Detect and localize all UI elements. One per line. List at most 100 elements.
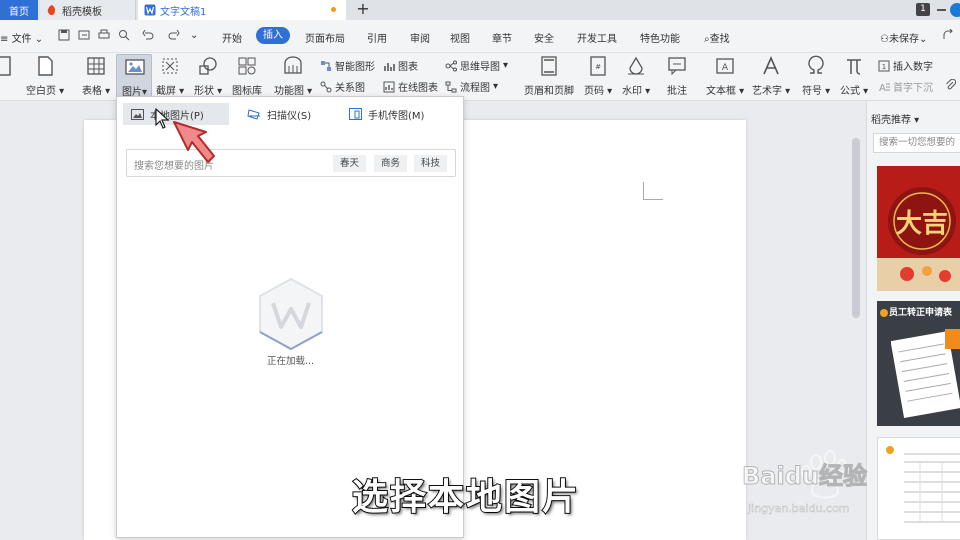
ribbon-header-footer-button[interactable]: 页眉和页脚 — [524, 55, 574, 97]
svg-text:A: A — [879, 83, 886, 93]
scanner-option[interactable]: 扫描仪(S) — [239, 103, 339, 125]
menu-review[interactable]: 审阅 — [410, 30, 430, 45]
print-icon[interactable] — [98, 29, 110, 41]
scanner-label: 扫描仪(S) — [267, 110, 312, 122]
menu-references[interactable]: 引用 — [367, 30, 387, 45]
chevron-down-icon: ▾ — [503, 60, 509, 71]
unsaved-status[interactable]: ⚇未保存⌄ — [880, 30, 927, 45]
ribbon-formula-button[interactable]: 公式 ▾ — [840, 55, 868, 97]
flowchart-label: 流程图 — [460, 83, 490, 94]
wps-writer-icon — [144, 4, 156, 16]
page-margin-mark — [643, 182, 663, 200]
ribbon-screenshot-button[interactable]: 截屏 ▾ — [156, 55, 184, 97]
tab-document[interactable]: 文字文稿1 — [138, 0, 346, 20]
menu-security[interactable]: 安全 — [534, 30, 554, 45]
ribbon-wordart-button[interactable]: 艺术字 ▾ — [752, 55, 790, 97]
minimize-icon[interactable] — [937, 9, 946, 11]
tab-home[interactable]: 首页 — [0, 0, 38, 20]
ribbon-picture-button[interactable]: 图片▾ — [116, 54, 152, 98]
watermark-url: jingyan.baidu.com — [748, 502, 850, 515]
menu-insert[interactable]: 插入 — [256, 27, 290, 44]
mindmap-icon — [445, 60, 457, 71]
wps-loading-logo-icon — [259, 277, 323, 351]
tab-daoke-templates[interactable]: 稻壳模板 — [40, 0, 136, 20]
tag-business[interactable]: 商务 — [374, 155, 408, 172]
tab-document-label: 文字文稿1 — [160, 6, 207, 18]
menu-file[interactable]: ≡ 文件 ⌄ — [0, 30, 43, 45]
blank-page-label: 空白页 ▾ — [26, 86, 65, 97]
menu-view[interactable]: 视图 — [450, 30, 470, 45]
baidu-jingyan-watermark: Baidu经验 jingyan.baidu.com — [742, 440, 884, 520]
menu-page-layout[interactable]: 页面布局 — [305, 30, 345, 45]
unsaved-label: 未保存 — [888, 34, 919, 45]
formula-label: 公式 ▾ — [840, 86, 869, 97]
scanner-icon — [247, 108, 260, 120]
menu-search[interactable]: ⌕查找 — [704, 30, 730, 45]
ribbon-shape-button[interactable]: 形状 ▾ — [194, 55, 222, 97]
chevron-down-icon: ⌄ — [918, 34, 928, 45]
panel-search-input[interactable]: 搜索一切您想要的 — [873, 133, 960, 153]
phone-transfer-option[interactable]: 手机传图(M) — [341, 103, 451, 125]
save-icon[interactable] — [58, 29, 70, 41]
ribbon-symbol-button[interactable]: 符号 ▾ — [802, 55, 830, 97]
undo-icon[interactable] — [142, 29, 154, 41]
shape-label: 形状 ▾ — [194, 86, 223, 97]
wordart-icon — [763, 56, 779, 75]
ribbon-cover-button[interactable] — [0, 55, 14, 77]
local-picture-icon — [131, 108, 144, 120]
qa-more-icon[interactable]: ⌄ — [190, 30, 198, 41]
menu-file-label: 文件 — [11, 34, 32, 45]
panel-title[interactable]: 稻壳推荐 ▾ — [871, 111, 919, 126]
share-icon[interactable] — [942, 29, 954, 41]
drop-cap-button[interactable]: A 首字下沉 — [878, 79, 933, 95]
ribbon-watermark-button[interactable]: 水印 ▾ — [622, 55, 650, 97]
avatar[interactable] — [950, 3, 960, 17]
watermark-icon — [628, 56, 645, 75]
redo-icon[interactable] — [168, 29, 180, 41]
picture-icon — [124, 59, 145, 75]
menu-section[interactable]: 章节 — [492, 30, 512, 45]
formula-icon — [847, 59, 862, 75]
export-icon[interactable] — [78, 29, 90, 41]
insert-number-button[interactable]: 1 插入数字 — [878, 58, 933, 73]
preview-icon[interactable] — [118, 29, 130, 41]
online-chart-button[interactable]: 在线图表 — [383, 79, 438, 94]
screenshot-icon — [162, 58, 178, 74]
chart-icon — [384, 62, 395, 71]
mindmap-button[interactable]: 思维导图 ▾ — [445, 58, 508, 73]
ribbon-icon-library-button[interactable]: 图标库 — [232, 55, 262, 97]
window-count-badge[interactable]: 1 — [916, 3, 930, 16]
menu-developer[interactable]: 开发工具 — [577, 30, 617, 45]
ribbon-page-number-button[interactable]: # 页码 ▾ — [584, 55, 612, 97]
tag-spring[interactable]: 春天 — [333, 155, 367, 172]
tag-technology[interactable]: 科技 — [414, 155, 448, 172]
unsaved-dot-icon — [331, 7, 336, 12]
smart-shape-label: 智能图形 — [335, 62, 375, 73]
chart-button[interactable]: 图表 — [383, 58, 418, 73]
new-tab-button[interactable]: + — [352, 0, 374, 20]
header-footer-label: 页眉和页脚 — [524, 86, 574, 97]
ribbon-insert: 空白页 ▾ 表格 ▾ 图片▾ 截屏 ▾ 形状 ▾ 图标库 功能图 ▾ 智能图形 … — [0, 53, 960, 101]
watermark-brand: Baidu经验 — [742, 462, 868, 491]
flowchart-button[interactable]: 流程图 ▾ — [445, 79, 498, 94]
template-card[interactable]: 大吉 — [877, 166, 960, 291]
ribbon-comment-button[interactable]: 批注 — [666, 55, 688, 97]
scrollbar-thumb[interactable] — [852, 138, 860, 318]
insert-number-label: 插入数字 — [893, 62, 933, 73]
ribbon-table-button[interactable]: 表格 ▾ — [82, 55, 110, 97]
menu-start[interactable]: 开始 — [222, 30, 242, 45]
attachment-icon[interactable] — [945, 79, 957, 91]
function-chart-label: 功能图 ▾ — [274, 86, 313, 97]
ribbon-textbox-button[interactable]: A 文本框 ▾ — [706, 55, 744, 97]
ribbon-function-chart-button[interactable]: 功能图 ▾ — [274, 55, 312, 97]
relation-button[interactable]: 关系图 — [320, 79, 365, 94]
ribbon-blank-page-button[interactable]: 空白页 ▾ — [26, 55, 64, 97]
menu-special[interactable]: 特色功能 — [640, 30, 680, 45]
smart-shape-button[interactable]: 智能图形 — [320, 58, 375, 73]
template-card[interactable] — [877, 437, 960, 540]
drop-cap-label: 首字下沉 — [893, 83, 933, 94]
watermark-label: 水印 ▾ — [622, 86, 651, 97]
relation-label: 关系图 — [335, 83, 365, 94]
chart-label: 图表 — [398, 62, 418, 73]
template-card[interactable]: 员工转正申请表 — [877, 301, 960, 426]
